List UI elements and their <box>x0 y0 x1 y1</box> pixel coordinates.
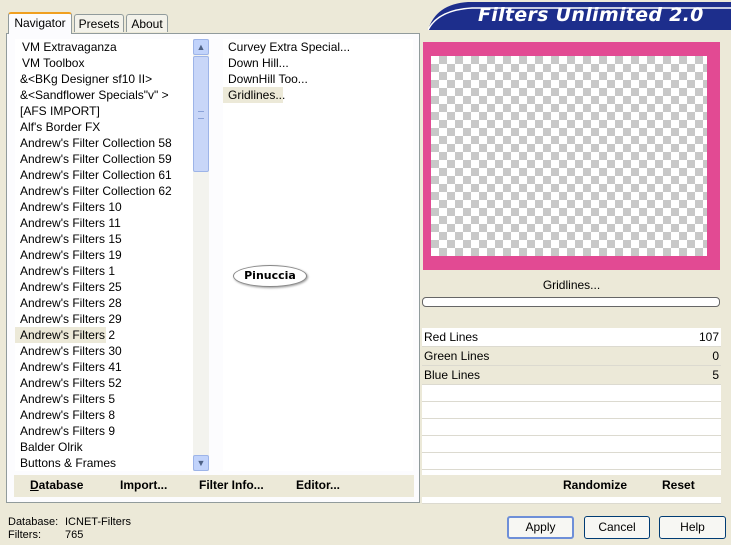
category-list-item[interactable]: Andrew's Filters 2 <box>15 327 115 343</box>
filter-info-button[interactable]: Filter Info... <box>199 478 264 492</box>
progress-bar <box>422 297 720 307</box>
category-list-item[interactable]: Andrew's Filters 28 <box>15 295 193 311</box>
param-name: Red Lines <box>424 330 479 344</box>
scroll-up-button[interactable]: ▲ <box>193 39 209 55</box>
status-filters-label: Filters: <box>8 529 41 541</box>
transparency-checkerboard <box>431 56 707 256</box>
category-list-item[interactable]: Andrew's Filters 1 <box>15 263 193 279</box>
scroll-thumb[interactable] <box>193 56 209 172</box>
category-list-item[interactable]: Andrew's Filters 30 <box>15 343 193 359</box>
empty-param-row <box>422 385 721 402</box>
app-title: Filters Unlimited 2.0 <box>478 4 704 26</box>
category-list-item[interactable]: Andrew's Filters 29 <box>15 311 193 327</box>
empty-param-row <box>422 436 721 453</box>
filter-list-item[interactable]: Curvey Extra Special... <box>223 39 413 55</box>
randomize-button[interactable]: Randomize <box>563 478 627 492</box>
status-database-label: Database: <box>8 516 59 528</box>
param-name: Blue Lines <box>424 368 481 382</box>
category-list-item[interactable]: Andrew's Filters 41 <box>15 359 193 375</box>
category-list-item[interactable]: Andrew's Filter Collection 58 <box>15 135 193 151</box>
category-list-item[interactable]: &<Sandflower Specials"v" > <box>15 87 193 103</box>
category-list-item[interactable]: Andrew's Filters 15 <box>15 231 193 247</box>
category-list-item[interactable]: Andrew's Filter Collection 62 <box>15 183 193 199</box>
category-list-item[interactable]: Andrew's Filter Collection 61 <box>15 167 193 183</box>
param-red-lines[interactable]: Red Lines 107 <box>422 328 721 347</box>
database-button[interactable]: Database <box>30 478 83 492</box>
help-button[interactable]: Help <box>659 516 726 539</box>
category-list-item[interactable]: Balder Olrik <box>15 439 193 455</box>
tab-about[interactable]: About <box>126 14 168 32</box>
param-blue-lines[interactable]: Blue Lines 5 <box>422 366 721 385</box>
category-list-item[interactable]: Andrew's Filters 10 <box>15 199 193 215</box>
tab-navigator[interactable]: Navigator <box>8 12 72 34</box>
category-list-item[interactable]: Andrew's Filters 52 <box>15 375 193 391</box>
category-list-item[interactable]: VM Toolbox <box>15 55 193 71</box>
category-list-item[interactable]: VM Extravaganza <box>15 39 193 55</box>
category-list-item[interactable]: Alf's Border FX <box>15 119 193 135</box>
category-list-item[interactable]: Andrew's Filters 19 <box>15 247 193 263</box>
empty-param-row <box>422 453 721 470</box>
status-database: Database: ICNET-Filters <box>8 516 131 528</box>
category-list-item[interactable]: Buttons & Frames <box>15 455 193 471</box>
tab-presets[interactable]: Presets <box>74 14 124 32</box>
category-scrollbar[interactable]: ▲ ▼ <box>193 39 209 471</box>
preview-image <box>423 42 720 270</box>
param-value: 0 <box>712 349 719 363</box>
cancel-button[interactable]: Cancel <box>584 516 650 539</box>
status-database-value: ICNET-Filters <box>65 516 131 528</box>
editor-button[interactable]: Editor... <box>296 478 340 492</box>
category-list-item[interactable]: Andrew's Filters 9 <box>15 423 193 439</box>
category-list-item[interactable]: &<BKg Designer sf10 II> <box>15 71 193 87</box>
filter-list-item[interactable]: Down Hill... <box>223 55 413 71</box>
empty-param-row <box>422 419 721 436</box>
preview-filter-label: Gridlines... <box>542 278 601 292</box>
filter-list-item[interactable]: Gridlines... <box>223 87 285 103</box>
category-list-item[interactable]: [AFS IMPORT] <box>15 103 193 119</box>
filter-list-item[interactable]: DownHill Too... <box>223 71 413 87</box>
category-list-item[interactable]: Andrew's Filters 25 <box>15 279 193 295</box>
status-filters: Filters: 765 <box>8 529 83 541</box>
param-name: Green Lines <box>424 349 490 363</box>
empty-param-row <box>422 402 721 419</box>
status-filters-value: 765 <box>65 529 84 541</box>
param-value: 107 <box>698 330 719 344</box>
apply-button[interactable]: Apply <box>507 516 574 539</box>
filter-list[interactable]: Curvey Extra Special... Down Hill... DownH… <box>223 39 413 471</box>
category-list-item[interactable]: Andrew's Filters 11 <box>15 215 193 231</box>
reset-button[interactable]: Reset <box>662 478 695 492</box>
category-list-item[interactable]: Andrew's Filters 5 <box>15 391 193 407</box>
import-button[interactable]: Import... <box>120 478 167 492</box>
category-list-item[interactable]: Andrew's Filters 8 <box>15 407 193 423</box>
scroll-down-button[interactable]: ▼ <box>193 455 209 471</box>
pinuccia-logo: Pinuccia <box>233 265 307 287</box>
category-list-item[interactable]: Andrew's Filter Collection 59 <box>15 151 193 167</box>
category-list[interactable]: VM Extravaganza VM Toolbox &<BKg Designer … <box>15 39 193 471</box>
param-green-lines[interactable]: Green Lines 0 <box>422 347 721 366</box>
param-value: 5 <box>712 368 719 382</box>
